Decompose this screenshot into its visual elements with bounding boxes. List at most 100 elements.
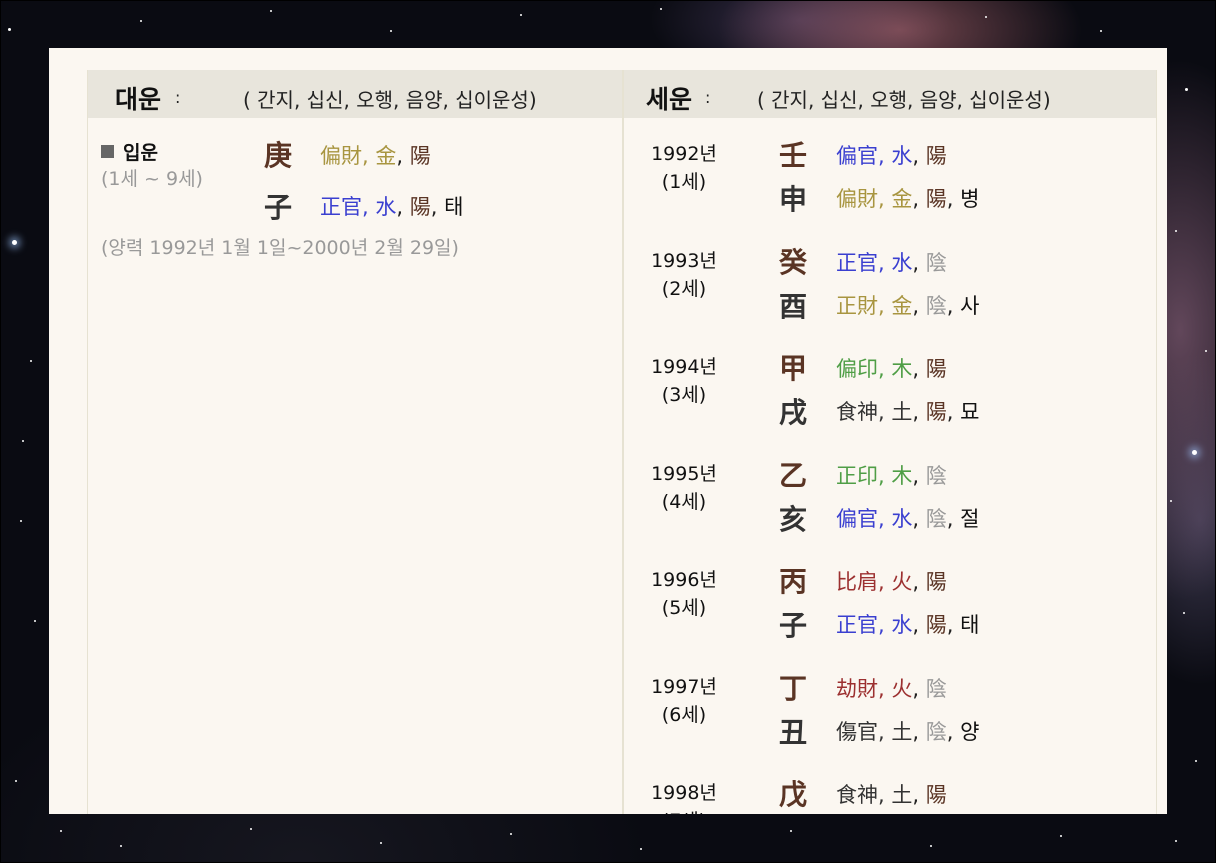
sipi-unseong: 사 xyxy=(960,293,980,318)
branch-char: 戌 xyxy=(779,396,808,429)
ipun-label: 입운 xyxy=(123,142,158,164)
daewoon-colon: : xyxy=(175,88,181,107)
eumyang: 陰 xyxy=(925,250,947,275)
year-label: 1998년 (7세) xyxy=(624,779,744,814)
sipsin: 比肩 xyxy=(836,570,878,594)
daewoon-stem-eumyang: 陽 xyxy=(409,144,431,168)
branch-char: 亥 xyxy=(779,502,808,536)
year-label: 1996년 (5세) xyxy=(624,566,744,622)
ganji-info: 傷官, 土, 陰, 양 xyxy=(836,719,980,744)
eumyang: 陰 xyxy=(925,719,947,744)
ohang: 木 xyxy=(891,463,913,488)
square-bullet-icon xyxy=(101,145,114,158)
sipi-unseong: 묘 xyxy=(960,400,980,424)
daewoon-branch-stage: 태 xyxy=(444,195,464,219)
stem-char: 乙 xyxy=(779,458,808,492)
sewoon-title: 세운 xyxy=(646,85,693,114)
sipi-unseong: 태 xyxy=(960,613,980,637)
daewoon-stem-ohang: 金 xyxy=(375,144,397,168)
ganji-info: 食神, 土, 陽 xyxy=(836,783,947,807)
year: 1996년 xyxy=(651,569,717,591)
ganji-info: 偏官, 水, 陰, 절 xyxy=(836,506,980,531)
daewoon-branch-sipsin: 正官 xyxy=(320,195,362,219)
age: (7세) xyxy=(662,810,706,814)
age: (1세) xyxy=(661,171,707,193)
sipsin: 正官 xyxy=(836,613,878,637)
sipsin: 正官 xyxy=(836,250,878,275)
year: 1998년 xyxy=(651,782,717,804)
year: 1994년 xyxy=(651,356,717,378)
year-label: 1994년 (3세) xyxy=(624,353,744,409)
stem-char: 壬 xyxy=(779,139,808,172)
ipun-date-range: (양력 1992년 1월 1일~2000년 2월 29일) xyxy=(101,237,459,259)
ganji-info: 正官, 水, 陰 xyxy=(836,250,947,275)
age: (5세) xyxy=(661,597,707,619)
year: 1997년 xyxy=(651,675,717,698)
eumyang: 陰 xyxy=(925,293,947,318)
sipsin: 正印 xyxy=(836,463,878,488)
fortune-panel: 대운 : ( 간지, 십신, 오행, 음양, 십이운성) 입운 (1세 ~ 9세… xyxy=(49,48,1167,814)
ganji-info: 偏官, 水, 陽 xyxy=(836,144,947,168)
ganji-info: 比肩, 火, 陽 xyxy=(836,570,947,594)
ohang: 土 xyxy=(891,400,913,424)
ganji-info: 偏印, 木, 陽 xyxy=(836,357,947,381)
sipsin: 偏官 xyxy=(836,144,878,168)
ipun-age: (1세 ~ 9세) xyxy=(101,168,203,190)
eumyang: 陽 xyxy=(925,783,947,807)
branch-char: 子 xyxy=(779,609,808,642)
year: 1995년 xyxy=(651,462,717,485)
ganji-info: 食神, 土, 陽, 묘 xyxy=(836,400,980,424)
daewoon-branch-info: 正官, 水, 陽, 태 xyxy=(320,195,464,219)
daewoon-branch-ohang: 水 xyxy=(375,195,397,219)
sipi-unseong: 병 xyxy=(960,187,980,211)
year: 1993년 xyxy=(651,249,717,272)
ohang: 金 xyxy=(891,187,913,211)
sewoon-legend: ( 간지, 십신, 오행, 음양, 십이운성) xyxy=(757,88,1051,112)
stem-char: 丙 xyxy=(779,565,808,598)
sipsin: 偏財 xyxy=(836,187,878,211)
daewoon-title: 대운 xyxy=(115,85,162,114)
eumyang: 陽 xyxy=(925,570,947,594)
eumyang: 陰 xyxy=(925,463,947,488)
ganji-info: 劫財, 火, 陰 xyxy=(836,676,947,701)
eumyang: 陰 xyxy=(925,676,947,701)
eumyang: 陽 xyxy=(925,400,947,424)
ganji-info: 正財, 金, 陰, 사 xyxy=(836,293,980,318)
year-label: 1995년 (4세) xyxy=(624,460,744,516)
year-label: 1997년 (6세) xyxy=(624,673,744,729)
stem-char: 癸 xyxy=(779,245,808,279)
eumyang: 陽 xyxy=(925,144,947,168)
ganji-info: 正印, 木, 陰 xyxy=(836,463,947,488)
year: 1992년 xyxy=(651,143,717,165)
daewoon-stem: 庚 xyxy=(264,139,293,172)
eumyang: 陽 xyxy=(925,613,947,637)
sipsin: 偏印 xyxy=(836,357,878,381)
daewoon-header: 대운 : ( 간지, 십신, 오행, 음양, 십이운성) xyxy=(88,70,622,118)
ohang: 水 xyxy=(891,250,913,275)
stem-char: 丁 xyxy=(779,671,808,705)
ohang: 火 xyxy=(891,570,913,594)
stem-char: 甲 xyxy=(779,352,808,385)
sewoon-column: 세운 : ( 간지, 십신, 오행, 음양, 십이운성) 1992년 (1세) 壬偏… xyxy=(623,70,1157,814)
year-label: 1993년 (2세) xyxy=(624,247,744,303)
sipi-unseong: 절 xyxy=(960,506,980,531)
branch-char: 丑 xyxy=(779,715,808,749)
daewoon-legend: ( 간지, 십신, 오행, 음양, 십이운성) xyxy=(243,88,537,112)
daewoon-branch-eumyang: 陽 xyxy=(409,195,431,219)
daewoon-stem-sipsin: 偏財 xyxy=(320,144,362,168)
eumyang: 陰 xyxy=(925,506,947,531)
branch-char: 申 xyxy=(779,183,808,216)
ohang: 水 xyxy=(891,144,913,168)
sipsin: 正財 xyxy=(836,293,878,318)
year-label: 1992년 (1세) xyxy=(624,140,744,196)
age: (4세) xyxy=(661,490,707,513)
sipsin: 食神 xyxy=(836,400,878,424)
ohang: 水 xyxy=(891,613,913,637)
eumyang: 陽 xyxy=(925,187,947,211)
sipsin: 劫財 xyxy=(836,676,878,701)
age: (3세) xyxy=(661,384,707,406)
ohang: 木 xyxy=(891,357,913,381)
daewoon-branch: 子 xyxy=(264,191,293,224)
sipsin: 食神 xyxy=(836,783,878,807)
ohang: 水 xyxy=(891,506,913,531)
